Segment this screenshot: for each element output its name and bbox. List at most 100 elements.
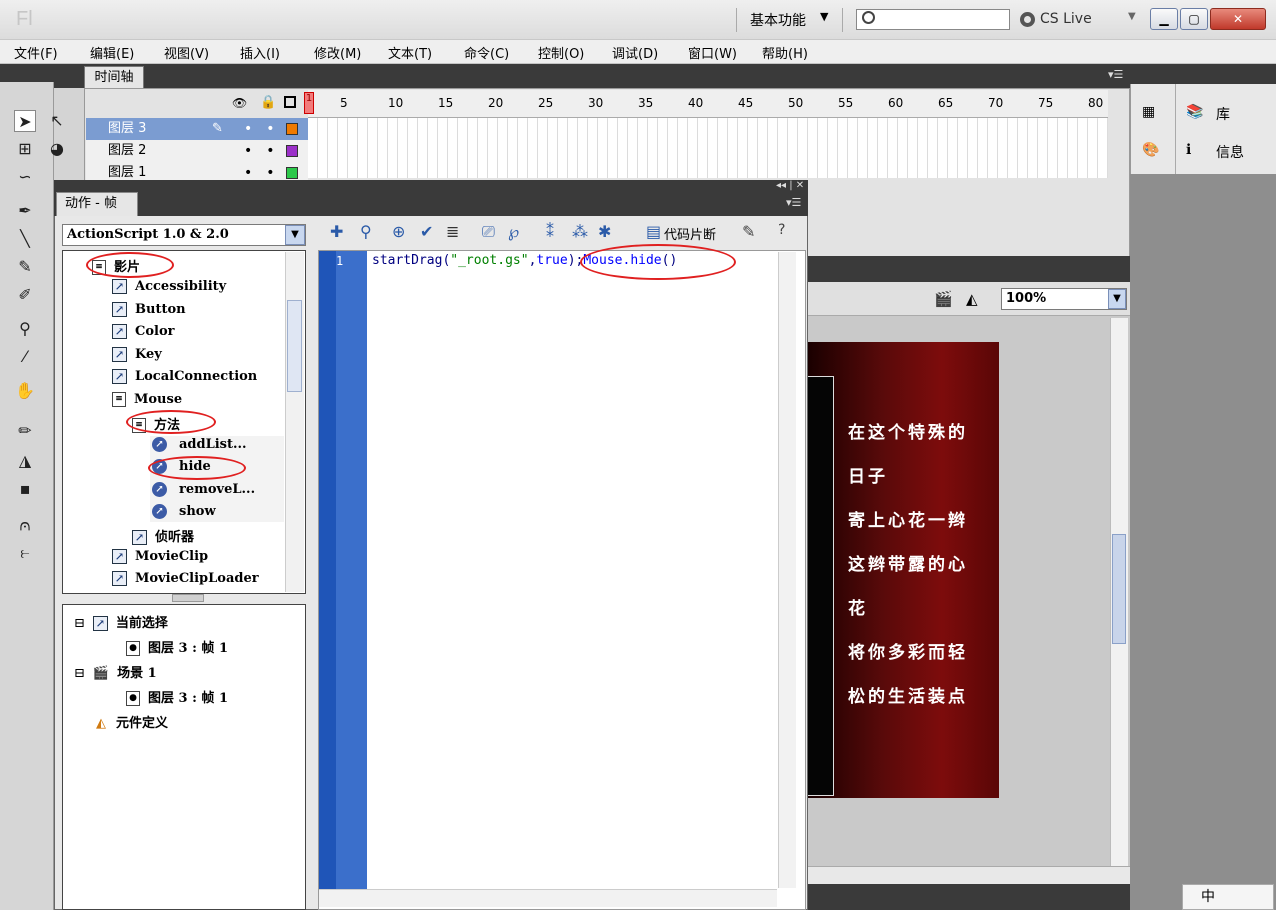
tree-item[interactable]: ↗ MovieClip [112,549,208,564]
scrollbar-thumb[interactable] [1112,534,1126,644]
workspace-switcher[interactable]: 基本功能 [750,10,806,30]
selection-tool-icon[interactable]: ➤ [14,110,36,132]
tree-item[interactable]: ↗ MovieClipLoader [112,571,259,586]
ime-indicator[interactable]: 中 [1182,884,1274,910]
frame-grid[interactable] [308,118,1108,178]
panel-menu-icon[interactable]: ▾☰ [1108,68,1123,81]
eyedropper-tool-icon[interactable]: ⁄ [14,346,36,368]
script-assist-icon[interactable]: ✎ [742,222,755,241]
lasso-tool-icon[interactable]: ∽ [14,166,36,188]
auto-format-icon[interactable]: ≣ [446,222,459,241]
tree-method[interactable]: ↗ removeL... [152,482,255,497]
lock-icon[interactable]: 🔒 [260,95,276,110]
nav-symbol-definitions[interactable]: ◭ 元件定义 [96,712,168,731]
tree-folder-listeners[interactable]: ↗ 侦听器 [132,526,194,545]
scrollbar-thumb[interactable] [287,300,302,392]
tree-folder-mouse[interactable]: ≡ Mouse [112,392,182,407]
tree-item[interactable]: ↗ Color [112,324,174,339]
chevron-down-icon[interactable]: ▼ [285,225,305,245]
line-tool-icon[interactable]: ╲ [14,228,36,250]
tree-item[interactable]: ↗ Key [112,347,162,362]
cs-live-button[interactable]: CS Live [1040,11,1092,27]
debug-options-icon[interactable]: ℘ [508,222,519,241]
free-transform-tool-icon[interactable]: ⊞ [14,138,36,160]
chevron-down-icon[interactable]: ▼ [1128,11,1136,22]
collapse-braces-icon[interactable]: ⁑ [546,222,554,241]
tab-timeline[interactable]: 时间轴 [84,66,144,88]
tree-method[interactable]: ↗ addList... [152,437,247,452]
layer-color-swatch[interactable] [286,167,298,179]
actions-panel-grip[interactable] [54,180,808,192]
nav-scene[interactable]: ⊟ 🎬 场景 1 [74,662,157,681]
language-select[interactable]: ActionScript 1.0 & 2.0 [62,224,306,246]
find-icon[interactable]: ⚲ [360,222,372,241]
info-button[interactable]: 信息 [1216,142,1244,162]
menu-modify[interactable]: 修改(M) [314,43,361,62]
help-search-input[interactable] [856,9,1010,30]
nav-frame[interactable]: ● 图层 3 : 帧 1 [126,637,228,656]
cs-live-icon[interactable] [1020,12,1035,27]
panel-menu-icon[interactable]: ▾☰ [786,196,801,209]
code-snippets-button[interactable]: 代码片断 [664,224,716,243]
3d-rotation-tool-icon[interactable]: ◕ [46,138,68,160]
bone-tool-icon[interactable]: ⚲ [14,318,36,340]
menu-window[interactable]: 窗口(W) [688,43,737,62]
tree-item[interactable]: ↗ Button [112,302,186,317]
editor-horizontal-scrollbar[interactable] [319,889,777,907]
editor-vertical-scrollbar[interactable] [778,252,796,888]
tab-actions-frame[interactable]: 动作 - 帧 [56,192,138,216]
fill-color-icon[interactable]: ◮ [14,450,36,472]
edit-symbol-icon[interactable]: ◭ [966,290,978,308]
align-grid-icon[interactable]: ▦ [1142,104,1155,120]
library-button[interactable]: 库 [1216,104,1230,124]
menu-insert[interactable]: 插入(I) [240,43,280,62]
stage-horizontal-scrollbar[interactable] [808,866,1130,884]
tree-method[interactable]: ↗ show [152,504,216,519]
chevron-down-icon[interactable]: ▼ [1108,289,1126,309]
close-button[interactable]: ✕ [1210,8,1266,30]
close-icon[interactable]: ◂◂ | ✕ [776,180,804,191]
playhead[interactable]: 1 [304,92,314,114]
layer-color-swatch[interactable] [286,123,298,135]
brush-tool-icon[interactable]: ✐ [14,284,36,306]
menu-edit[interactable]: 编辑(E) [90,43,134,62]
collapse-icon[interactable]: ⊟ [74,616,85,631]
snap-icon[interactable]: ⩀ [14,514,36,536]
script-editor[interactable] [318,250,806,910]
code-snippet-icon[interactable]: ▤ [646,222,661,241]
pen-tool-icon[interactable]: ✒ [14,200,36,222]
eye-icon[interactable]: 👁 [232,96,247,110]
add-item-icon[interactable]: ✚ [330,222,343,241]
target-path-icon[interactable]: ⊕ [392,222,405,241]
edit-scene-icon[interactable]: 🎬 [934,290,953,308]
layer-visibility-dots[interactable]: •• [244,140,289,162]
help-icon[interactable]: ? [778,222,785,238]
tools-panel-header[interactable] [0,64,54,82]
outline-icon[interactable] [284,96,296,108]
smooth-icon[interactable]: ⥼ [14,542,36,564]
info-icon[interactable]: ℹ [1186,142,1191,158]
swap-colors-icon[interactable]: ▪ [14,478,36,500]
pane-splitter[interactable] [172,594,204,602]
layer-visibility-dots[interactable]: •• [244,118,289,140]
menu-debug[interactable]: 调试(D) [612,43,658,62]
layer-row[interactable]: 图层 2 •• [86,140,308,162]
subselection-tool-icon[interactable]: ↖ [46,110,68,132]
menu-help[interactable]: 帮助(H) [762,43,808,62]
expand-all-icon[interactable]: ✱ [598,222,611,241]
hand-tool-icon[interactable]: ✋ [14,380,36,402]
nav-current-selection[interactable]: ⊟ ↗ 当前选择 [74,612,168,631]
menu-commands[interactable]: 命令(C) [464,43,509,62]
code-hint-icon[interactable]: ⎚ [482,222,495,242]
chevron-down-icon[interactable]: ▼ [820,10,828,23]
stroke-color-icon[interactable]: ✏ [14,420,36,442]
library-icon[interactable]: 📚 [1186,104,1203,120]
check-syntax-icon[interactable]: ✔ [420,222,433,241]
collapse-icon[interactable]: ⊟ [74,666,85,681]
collapse-selection-icon[interactable]: ⁂ [572,222,588,241]
menu-control[interactable]: 控制(O) [538,43,584,62]
nav-frame[interactable]: ● 图层 3 : 帧 1 [126,687,228,706]
color-palette-icon[interactable]: 🎨 [1142,142,1159,158]
menu-file[interactable]: 文件(F) [14,43,58,62]
maximize-button[interactable]: ▢ [1180,8,1208,30]
